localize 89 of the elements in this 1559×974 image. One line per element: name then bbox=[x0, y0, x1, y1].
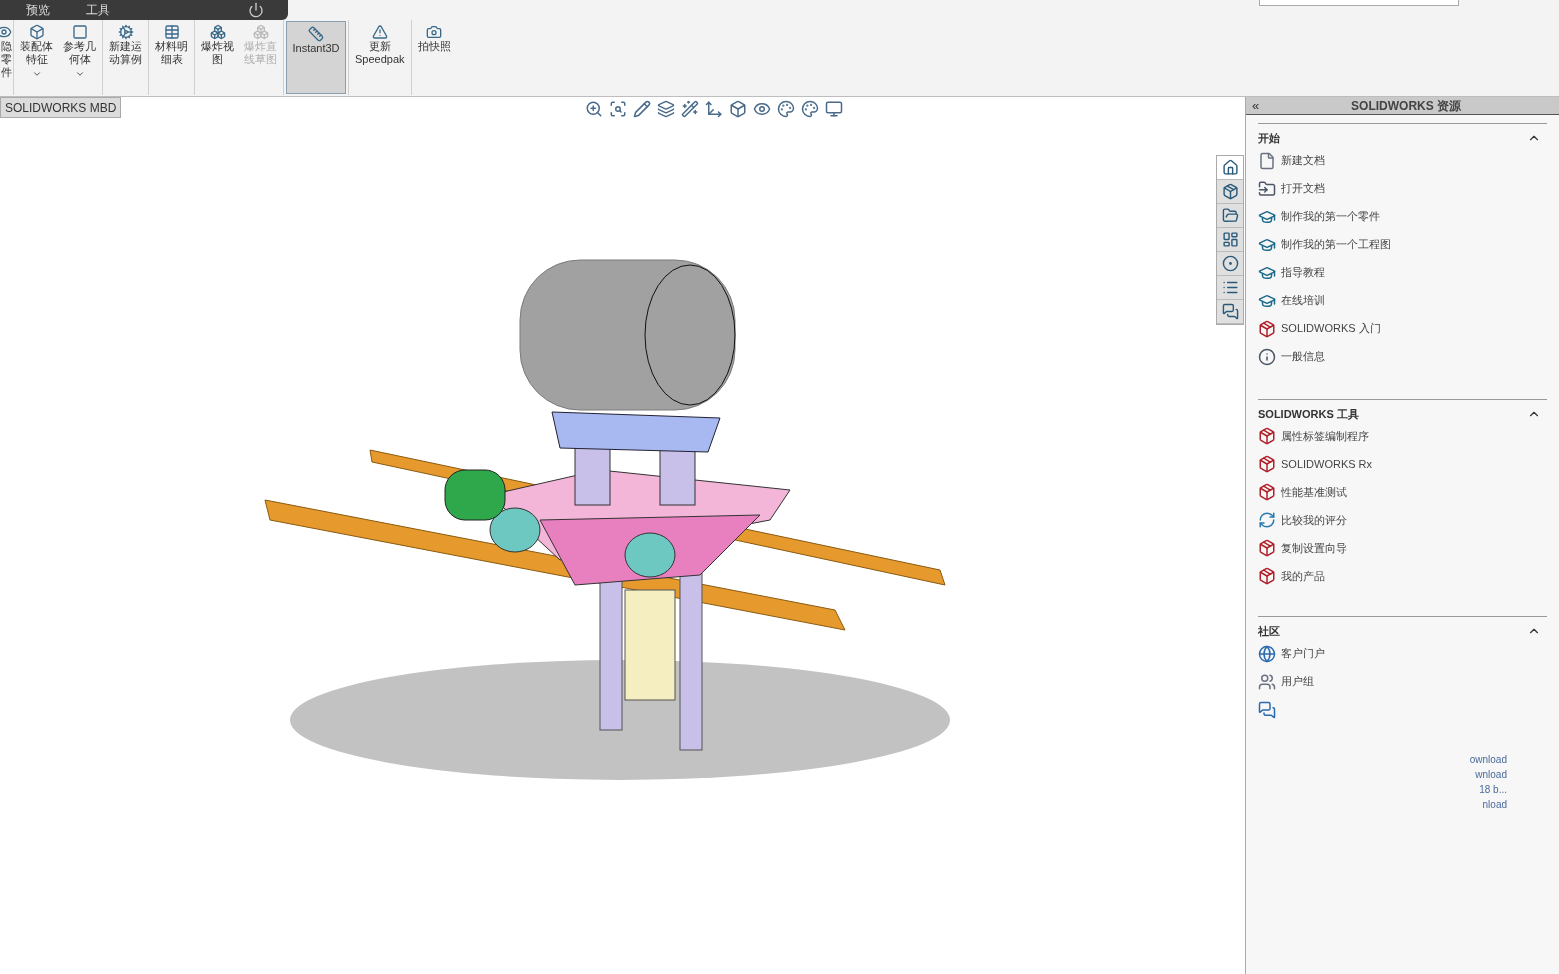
resource-icon bbox=[1258, 567, 1276, 585]
menu-item[interactable]: 预览 bbox=[26, 1, 50, 19]
resource-icon bbox=[1258, 427, 1276, 445]
task-pane-tab[interactable] bbox=[1217, 252, 1243, 276]
power-icon[interactable] bbox=[248, 2, 264, 18]
task-pane-title: SOLIDWORKS 资源 bbox=[1350, 97, 1463, 115]
resource-link[interactable]: 客户门户 bbox=[1281, 645, 1325, 662]
resource-link[interactable]: 新建文档 bbox=[1281, 152, 1325, 169]
task-pane-tab[interactable] bbox=[1217, 276, 1243, 300]
caret-icon[interactable] bbox=[74, 69, 85, 79]
resource-icon bbox=[1258, 483, 1276, 501]
view-tool-icon[interactable] bbox=[777, 100, 795, 118]
tab[interactable]: SOLIDWORKS MBD bbox=[0, 97, 122, 118]
tool-icon bbox=[371, 24, 388, 40]
tab-icon bbox=[1221, 159, 1239, 176]
resource-link[interactable]: 复制设置向导 bbox=[1281, 539, 1347, 557]
resource-link[interactable]: 指导教程 bbox=[1281, 264, 1325, 281]
task-pane-tab[interactable] bbox=[1217, 228, 1243, 252]
resource-icon bbox=[1258, 455, 1276, 473]
tool-icon bbox=[426, 24, 443, 40]
view-tool-icon[interactable] bbox=[825, 100, 843, 118]
section-title: 开始 bbox=[1258, 131, 1280, 146]
resource-link[interactable]: 属性标签编制程序 bbox=[1281, 427, 1369, 445]
collapse-button[interactable]: « bbox=[1252, 99, 1260, 112]
task-pane-tab[interactable] bbox=[1217, 204, 1243, 228]
tool-icon bbox=[308, 26, 324, 42]
tab-icon bbox=[1221, 207, 1239, 224]
toolbar-button[interactable]: 材料明 细表 bbox=[150, 20, 193, 95]
resource-link[interactable]: 在线培训 bbox=[1281, 292, 1325, 309]
news-link[interactable]: ownload bbox=[1469, 751, 1507, 767]
resource-link[interactable]: 比较我的评分 bbox=[1281, 511, 1347, 529]
section-title: SOLIDWORKS 工具 bbox=[1258, 406, 1359, 422]
view-tool-icon[interactable] bbox=[705, 100, 723, 118]
resource-link[interactable]: 我的产品 bbox=[1281, 567, 1325, 585]
resource-link[interactable]: 打开文档 bbox=[1281, 180, 1325, 197]
resource-icon bbox=[1258, 151, 1276, 170]
resource-link[interactable]: 制作我的第一个零件 bbox=[1281, 208, 1380, 225]
resource-link[interactable]: 性能基准测试 bbox=[1281, 483, 1347, 501]
tool-icon bbox=[71, 24, 88, 40]
news-link[interactable]: wnload bbox=[1475, 766, 1507, 782]
view-tool-icon[interactable] bbox=[585, 100, 603, 118]
search-field[interactable] bbox=[1259, 0, 1459, 6]
tab-icon bbox=[1221, 183, 1239, 200]
task-pane-tab[interactable] bbox=[1217, 156, 1243, 180]
toolbar-button[interactable]: Instant3D bbox=[286, 21, 346, 94]
view-tool-icon[interactable] bbox=[657, 100, 675, 118]
tool-icon bbox=[117, 24, 134, 40]
tab-icon bbox=[1221, 279, 1239, 296]
view-tool-icon[interactable] bbox=[633, 100, 651, 118]
resource-icon bbox=[1258, 644, 1276, 663]
resource-icon bbox=[1258, 511, 1276, 529]
section-title: 社区 bbox=[1258, 624, 1280, 639]
toolbar-button[interactable]: 参考几 何体 bbox=[58, 20, 101, 95]
task-pane-tab[interactable] bbox=[1217, 300, 1243, 324]
tool-icon bbox=[0, 24, 12, 40]
tab-icon bbox=[1221, 303, 1239, 320]
caret-icon[interactable] bbox=[31, 69, 42, 79]
toolbar-button[interactable]: 更新 Speedpak bbox=[350, 20, 410, 95]
view-tool-icon[interactable] bbox=[753, 100, 771, 118]
toolbar-button[interactable]: 拍快照 bbox=[412, 20, 456, 95]
tool-icon bbox=[28, 24, 45, 40]
resource-link[interactable]: 用户组 bbox=[1281, 673, 1314, 690]
view-tool-icon[interactable] bbox=[609, 100, 627, 118]
resource-link[interactable]: 一般信息 bbox=[1281, 348, 1325, 365]
toolbar-button[interactable]: 装配体 特征 bbox=[15, 20, 58, 95]
resource-icon bbox=[1258, 672, 1276, 691]
task-pane-tab[interactable] bbox=[1217, 180, 1243, 204]
news-link[interactable]: 18 b... bbox=[1479, 781, 1507, 797]
tool-icon bbox=[163, 24, 180, 40]
toolbar-button[interactable]: 爆炸视 图 bbox=[196, 20, 239, 95]
resource-link[interactable]: SOLIDWORKS Rx bbox=[1281, 455, 1373, 473]
view-tool-icon[interactable] bbox=[801, 100, 819, 118]
resource-icon bbox=[1258, 179, 1276, 198]
menu-item[interactable]: 工具 bbox=[86, 1, 110, 19]
resource-link[interactable]: 制作我的第一个工程图 bbox=[1281, 236, 1391, 253]
forum-icon bbox=[1258, 700, 1276, 719]
view-tool-icon[interactable] bbox=[729, 100, 747, 118]
toolbar-button[interactable]: 新建运 动算例 bbox=[104, 20, 147, 95]
news-link[interactable]: nload bbox=[1482, 796, 1507, 812]
resource-icon bbox=[1258, 539, 1276, 557]
tool-icon bbox=[252, 24, 269, 40]
toolbar-button[interactable]: 隐 零 件 bbox=[0, 20, 12, 95]
tab-icon bbox=[1221, 255, 1239, 272]
resource-icon bbox=[1258, 319, 1276, 338]
tool-icon bbox=[209, 24, 226, 40]
view-tool-icon[interactable] bbox=[681, 100, 699, 118]
resource-icon bbox=[1258, 347, 1276, 366]
resource-link[interactable]: SOLIDWORKS 入门 bbox=[1281, 320, 1381, 337]
tab-icon bbox=[1221, 231, 1239, 248]
